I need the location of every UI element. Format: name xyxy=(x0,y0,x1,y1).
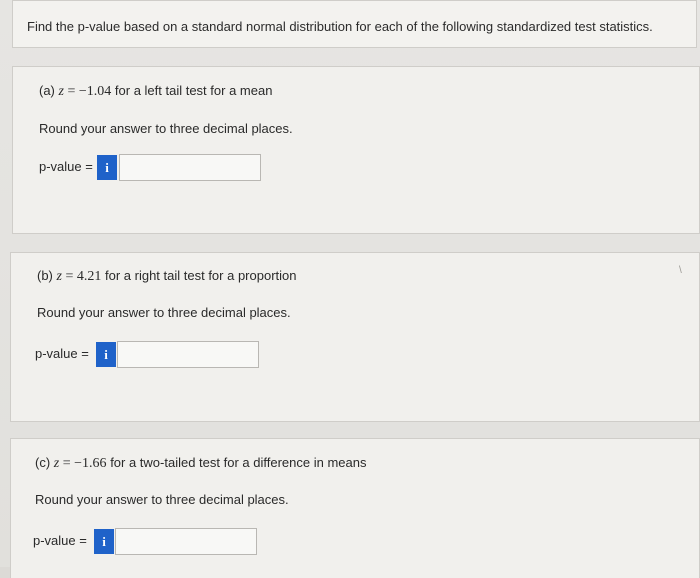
question-prompt: Find the p-value based on a standard nor… xyxy=(27,19,653,34)
part-a-question: (a) z = −1.04 for a left tail test for a… xyxy=(39,83,272,100)
part-a-info-button[interactable]: i xyxy=(97,155,117,180)
part-a-statistic: z = −1.04 xyxy=(58,84,112,99)
part-b-question: (b) z = 4.21 for a right tail test for a… xyxy=(37,268,296,285)
screen: Find the p-value based on a standard nor… xyxy=(0,0,700,578)
part-c-label: (c) xyxy=(35,455,51,470)
part-c-description: for a two-tailed test for a difference i… xyxy=(110,455,367,470)
part-b-statistic: z = 4.21 xyxy=(56,269,102,284)
part-b-pvalue-input[interactable] xyxy=(117,341,259,368)
part-c-statistic: z = −1.66 xyxy=(53,456,107,471)
part-c-pvalue-label: p-value = xyxy=(33,533,87,548)
part-b-label: (b) xyxy=(37,268,53,283)
part-b-description: for a right tail test for a proportion xyxy=(105,268,297,283)
part-b-info-button[interactable]: i xyxy=(96,342,116,367)
question-header: Find the p-value based on a standard nor… xyxy=(12,0,697,48)
part-a-card: (a) z = −1.04 for a left tail test for a… xyxy=(12,66,700,234)
part-a-pvalue-input[interactable] xyxy=(119,154,261,181)
part-c-question: (c) z = −1.66 for a two-tailed test for … xyxy=(35,455,366,472)
stray-mark: \ xyxy=(679,265,682,276)
part-a-description: for a left tail test for a mean xyxy=(114,83,273,98)
part-b-card: (b) z = 4.21 for a right tail test for a… xyxy=(10,252,700,422)
part-b-pvalue-label: p-value = xyxy=(35,346,89,361)
part-a-label: (a) xyxy=(39,83,55,98)
part-c-round-instruction: Round your answer to three decimal place… xyxy=(35,492,289,507)
part-a-pvalue-label: p-value = xyxy=(39,159,93,174)
part-b-round-instruction: Round your answer to three decimal place… xyxy=(37,305,291,320)
part-c-pvalue-input[interactable] xyxy=(115,528,257,555)
part-a-round-instruction: Round your answer to three decimal place… xyxy=(39,121,293,136)
part-c-card: (c) z = −1.66 for a two-tailed test for … xyxy=(10,438,700,578)
part-c-info-button[interactable]: i xyxy=(94,529,114,554)
